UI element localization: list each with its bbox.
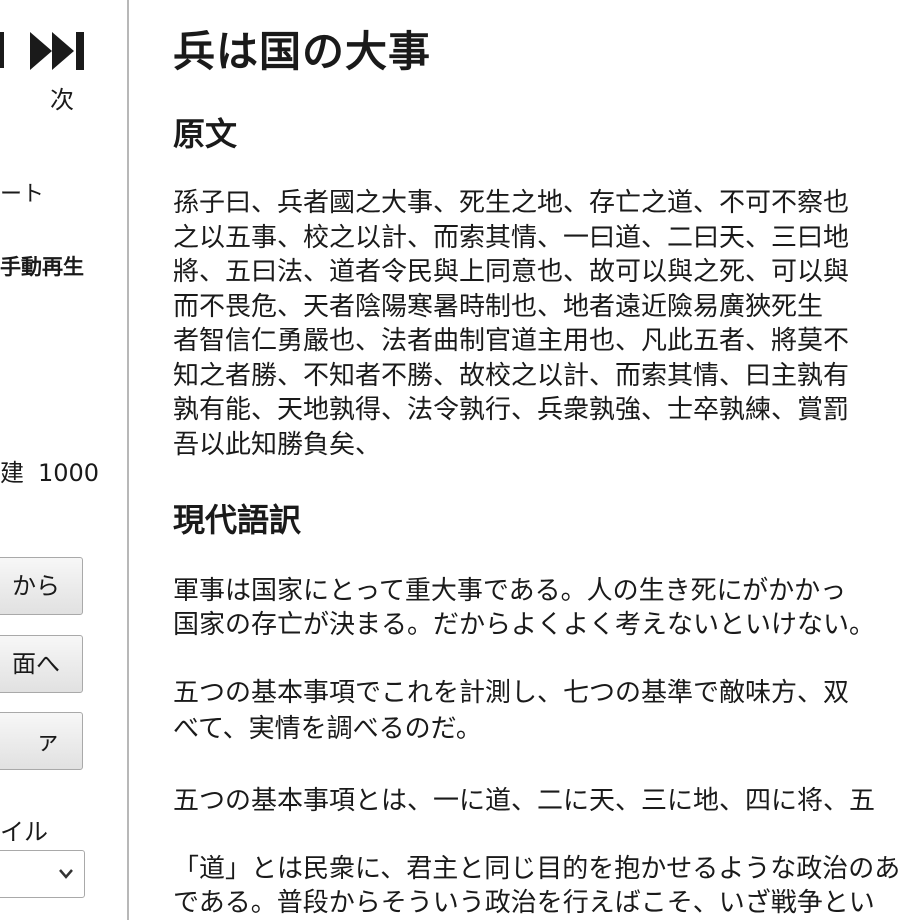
go-to-screen-button[interactable]: 面へ [0,635,83,693]
style-select[interactable] [0,850,85,898]
modern-translation-line: 国家の存亡が決まる。だからよくよく考えないといけない。 [173,610,876,640]
original-text-line: 知之者勝、不知者不勝、故校之以計、而索其情、曰主孰有 [173,360,850,391]
previous-track-icon[interactable] [0,32,4,68]
skip-next-icon [30,32,84,70]
next-track-button[interactable] [30,30,88,72]
original-text-heading: 原文 [173,115,238,153]
speed-label: 建 [0,459,24,487]
modern-translation-line: べて、実情を調べるのだ。 [173,714,482,744]
original-text-line: 而不畏危、天者陰陽寒暑時制也、地者遠近險易廣狹死生 [173,291,824,322]
page-title: 兵は国の大事 [173,27,432,76]
next-label: 次 [50,86,74,114]
original-text-line: 之以五事、校之以計、而索其情、一曰道、二曰天、三曰地 [173,222,850,253]
original-text-line: 將、五曰法、道者令民與上同意也、故可以與之死、可以與 [173,257,850,287]
original-text-line: 孰有能、天地孰得、法令孰行、兵衆孰強、士卒孰練、賞罰 [173,395,850,425]
manual-play-label[interactable]: 手動再生 [0,254,84,280]
style-label: イル [0,818,48,846]
modern-translation-line: 軍事は国家にとって重大事である。人の生き死にがかかっ [173,576,847,606]
modern-translation-line: 五つの基本事項とは、一に道、二に天、三に地、四に将、五 [173,786,876,816]
app-window: 次 ート 手動再生 建 1000 から 面へ ァ イル 兵は国の大事 原文 孫子曰… [0,0,920,920]
reading-pane: 兵は国の大事 原文 孫子曰、兵者國之大事、死生之地、存亡之道、不可不察也 之以五… [129,0,920,920]
start-label: ート [0,182,45,207]
original-text-line: 者智信仁勇嚴也、法者曲制官道主用也、凡此五者、將莫不 [173,326,850,356]
chevron-down-icon [59,869,73,879]
speed-setting: 建 1000 [0,458,99,488]
option-button[interactable]: ァ [0,712,83,770]
control-sidebar: 次 ート 手動再生 建 1000 から 面へ ァ イル [0,0,128,920]
original-text-line: 吾以此知勝負矣、 [173,429,382,460]
modern-translation-heading: 現代語訳 [173,501,302,539]
restart-from-button[interactable]: から [0,557,83,615]
modern-translation-line: である。普段からそういう政治を行えばこそ、いざ戦争とい [173,888,875,918]
speed-value[interactable]: 1000 [38,459,99,487]
original-text-block: 孫子曰、兵者國之大事、死生之地、存亡之道、不可不察也 之以五事、校之以計、而索其… [173,186,849,462]
modern-translation-line: 「道」とは民衆に、君主と同じ目的を抱かせるような政治のあ [173,854,901,884]
original-text-line: 孫子曰、兵者國之大事、死生之地、存亡之道、不可不察也 [173,188,850,218]
modern-translation-line: 五つの基本事項でこれを計測し、七つの基準で敵味方、双 [173,678,850,708]
